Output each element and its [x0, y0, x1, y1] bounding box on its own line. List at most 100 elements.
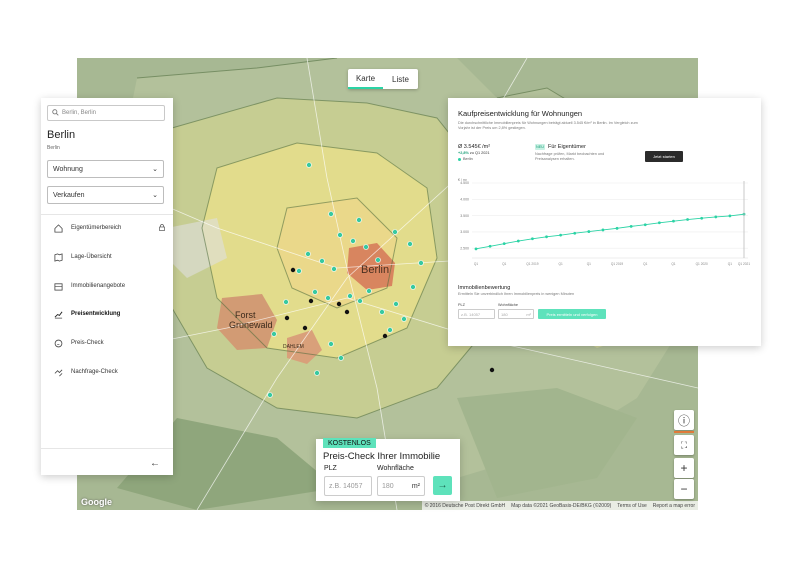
y-tick-label: 4.500 [460, 181, 469, 185]
series-line-berlin [475, 213, 745, 250]
sidebar-item-nachfrage-check[interactable]: Nachfrage-Check [53, 365, 165, 379]
submit-price-check-button[interactable]: → [433, 476, 452, 495]
data-point [531, 237, 534, 241]
sidebar-item-label: Immobilienangebote [71, 283, 126, 289]
chart-line-icon [53, 309, 63, 319]
area-input[interactable]: 180 m² [377, 476, 425, 496]
report-error-link[interactable]: Report a map error [653, 503, 695, 509]
svg-text:Grunewald: Grunewald [229, 320, 273, 330]
data-point [573, 231, 577, 235]
area-placeholder: 180 [501, 311, 508, 317]
owner-title: Für Eigentümer [548, 144, 586, 150]
tab-liste[interactable]: Liste [383, 69, 418, 89]
plz-placeholder: z.B. 14057 [329, 482, 363, 490]
map-icon [53, 252, 63, 262]
y-tick-label: 2.500 [460, 246, 469, 250]
plz-label: PLZ [324, 465, 337, 472]
sidebar-item-preis-check[interactable]: Preis-Check [53, 336, 165, 350]
area-placeholder: 180 [382, 482, 394, 490]
valuation-plz-input[interactable]: z.B. 14057 [458, 309, 495, 319]
x-tick-label: Q1 2021 [738, 262, 750, 266]
y-tick-label: 3.500 [460, 214, 469, 218]
price-change: +2,8% zu Q1 2021 [458, 151, 490, 155]
data-point [657, 221, 661, 225]
info-button[interactable]: ⓘ [674, 410, 694, 430]
y-tick-label: 4.000 [460, 198, 469, 202]
x-tick-label: Q1 [502, 262, 506, 266]
data-point [643, 223, 647, 227]
valuation-plz-label: PLZ [458, 303, 465, 307]
x-tick-label: Q1 [728, 262, 732, 266]
app-root: Berlin Forst Grunewald DAHLEM Karte List… [0, 0, 802, 569]
map-attribution: © 2016 Deutsche Post Direkt GmbH Map dat… [421, 501, 698, 510]
x-tick-label: Q1 [474, 262, 478, 266]
price-check-title: Preis-Check Ihrer Immobilie [323, 451, 441, 462]
price-change-suffix: zu Q1 2021 [468, 151, 490, 155]
data-point [714, 215, 718, 219]
search-input[interactable]: Berlin, Berlin [62, 110, 96, 116]
chart-legend: Berlin [458, 157, 473, 161]
building-icon [53, 281, 63, 291]
y-tick-label: 3.000 [460, 230, 469, 234]
fullscreen-button[interactable]: ⛶ [674, 435, 694, 455]
sidebar-item-label: Preisentwicklung [71, 311, 121, 317]
sidebar-item-label: Nachfrage-Check [71, 369, 118, 375]
arrow-right-icon: → [437, 480, 448, 491]
collapse-sidebar-button[interactable]: ← [150, 458, 160, 469]
property-type-value: Wohnung [53, 165, 83, 173]
x-tick-label: Q1 2019 [526, 262, 538, 266]
data-point [672, 219, 675, 223]
valuation-title: Immobilienbewertung [458, 285, 511, 291]
google-logo: Google [81, 497, 112, 507]
sidebar-item-eigentuemerbereich[interactable]: Eigentümerbereich [53, 221, 165, 235]
map-label-berlin: Berlin [361, 264, 389, 276]
price-tag-icon [53, 338, 63, 348]
data-point [587, 230, 591, 233]
free-badge: KOSTENLOS [323, 438, 376, 448]
data-point [629, 224, 633, 228]
area-label: Wohnfläche [377, 465, 414, 472]
average-price: Ø 3.545€ /m² [458, 144, 491, 150]
search-icon [52, 108, 59, 118]
house-icon [53, 223, 63, 233]
x-tick-label: Q1 2020 [696, 262, 708, 266]
tab-karte[interactable]: Karte [348, 69, 383, 89]
chevron-down-icon: ⌄ [152, 192, 158, 199]
sidebar-item-preisentwicklung[interactable]: Preisentwicklung [53, 307, 165, 321]
zoom-in-button[interactable]: + [674, 458, 694, 478]
legend-label: Berlin [463, 157, 473, 161]
sidebar-item-immobilienangebote[interactable]: Immobilienangebote [53, 279, 165, 293]
sidebar-item-label: Eigentümerbereich [71, 225, 122, 231]
search-box[interactable]: Berlin, Berlin [47, 105, 165, 121]
sidebar-bottom-divider [41, 448, 173, 449]
property-type-select[interactable]: Wohnung ⌄ [47, 160, 164, 178]
sidebar: Berlin, Berlin Berlin Berlin Wohnung ⌄ V… [41, 98, 173, 475]
x-tick-label: Q1 [587, 262, 591, 266]
map-view-tabs: Karte Liste [348, 69, 418, 89]
chevron-down-icon: ⌄ [152, 166, 158, 173]
sidebar-item-lage-uebersicht[interactable]: Lage-Übersicht [53, 250, 165, 264]
city-title: Berlin [47, 129, 76, 141]
info-underline [674, 431, 694, 433]
transaction-type-select[interactable]: Verkaufen ⌄ [47, 186, 164, 204]
data-point [474, 247, 478, 251]
price-line-chart: € / m²2.5003.0003.5004.0004.500Q1 Q1 Q1 20… [458, 178, 750, 266]
sidebar-item-label: Lage-Übersicht [71, 254, 112, 260]
valuation-description: Ermitteln Sie unverbindlich Ihren Immobi… [458, 292, 575, 296]
estimate-price-button[interactable]: Preis ermitteln und verfolgen [538, 309, 606, 319]
data-point [545, 235, 548, 239]
minus-icon: − [680, 482, 688, 496]
valuation-area-input[interactable]: 180 m² [498, 309, 534, 319]
zoom-out-button[interactable]: − [674, 479, 694, 499]
data-point [728, 214, 732, 218]
map-label-dahlem: DAHLEM [283, 344, 304, 350]
x-tick-label: Q1 [671, 262, 675, 266]
start-now-button[interactable]: Jetzt starten [645, 151, 683, 162]
plz-input[interactable]: z.B. 14057 [324, 476, 372, 496]
valuation-area-label: Wohnfläche [498, 303, 518, 307]
fullscreen-icon: ⛶ [680, 439, 688, 450]
data-point [686, 218, 689, 221]
attribution-geobasis: Map data ©2021 GeoBasis-DE/BKG (©2009) [511, 502, 612, 509]
terms-link[interactable]: Terms of Use [617, 503, 646, 509]
card-description: Die durchschnittliche Immobilienpreis fü… [458, 121, 638, 130]
